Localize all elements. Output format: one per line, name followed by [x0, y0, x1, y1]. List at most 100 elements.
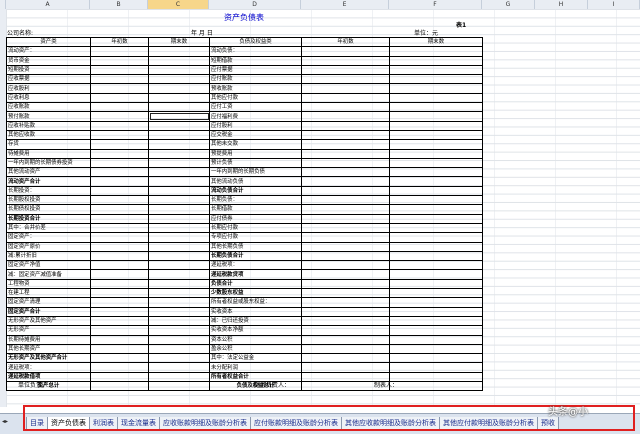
asset-item[interactable]: 应收票据 [6, 74, 91, 85]
asset-begin-value[interactable] [90, 148, 149, 159]
asset-item[interactable]: 长期投资： [6, 185, 91, 197]
header-assets[interactable]: 资产类 [6, 36, 91, 48]
liability-end-value[interactable] [389, 176, 483, 187]
asset-begin-value[interactable] [90, 213, 149, 224]
liability-begin-value[interactable] [301, 213, 390, 224]
liability-end-value[interactable] [389, 120, 483, 131]
column-header-i[interactable]: I [588, 0, 640, 9]
liability-item[interactable]: 实收资本 [209, 306, 302, 317]
liability-begin-value[interactable] [301, 343, 390, 355]
liability-end-value[interactable] [389, 167, 483, 178]
liability-item[interactable]: 专项应付款 [209, 232, 302, 243]
liability-end-value[interactable] [389, 371, 483, 383]
liability-end-value[interactable] [389, 139, 483, 150]
asset-end-value[interactable] [148, 83, 210, 94]
liability-begin-value[interactable] [301, 260, 390, 271]
liability-begin-value[interactable] [301, 157, 390, 169]
liability-begin-value[interactable] [301, 250, 390, 262]
liability-end-value[interactable] [389, 213, 483, 224]
liability-begin-value[interactable] [301, 64, 390, 76]
header-end-assets[interactable]: 期末数 [148, 36, 210, 48]
asset-item[interactable]: 其中：合并价差 [6, 222, 91, 234]
asset-begin-value[interactable] [90, 241, 149, 252]
liability-begin-value[interactable] [301, 74, 390, 85]
liability-end-value[interactable] [389, 83, 483, 94]
liability-item[interactable]: 预提费用 [209, 148, 302, 159]
asset-end-value[interactable] [148, 111, 210, 122]
asset-end-value[interactable] [148, 120, 210, 131]
asset-item[interactable]: 预付账款 [6, 111, 91, 122]
asset-end-value[interactable] [148, 380, 210, 392]
asset-end-value[interactable] [148, 157, 210, 169]
asset-end-value[interactable] [148, 353, 210, 364]
liability-end-value[interactable] [389, 157, 483, 169]
asset-end-value[interactable] [148, 278, 210, 290]
asset-begin-value[interactable] [90, 250, 149, 262]
asset-begin-value[interactable] [90, 176, 149, 187]
liability-item[interactable]: 其他应付款 [209, 92, 302, 104]
asset-item[interactable]: 其他流动资产 [6, 167, 91, 178]
asset-begin-value[interactable] [90, 297, 149, 308]
header-liabilities[interactable]: 负债及权益类 [209, 36, 302, 48]
asset-begin-value[interactable] [90, 380, 149, 392]
asset-begin-value[interactable] [90, 167, 149, 178]
liability-item[interactable]: 长期借款 [209, 204, 302, 215]
asset-end-value[interactable] [148, 64, 210, 76]
liability-item[interactable]: 其他流动负债 [209, 176, 302, 187]
asset-item[interactable]: 应收股利 [6, 83, 91, 94]
column-header-f[interactable]: F [389, 0, 482, 9]
asset-begin-value[interactable] [90, 195, 149, 206]
asset-end-value[interactable] [148, 46, 210, 57]
asset-item[interactable]: 流动资产： [6, 46, 91, 57]
liability-begin-value[interactable] [301, 148, 390, 159]
asset-item[interactable]: 递延税项： [6, 362, 91, 373]
asset-end-value[interactable] [148, 232, 210, 243]
column-header-g[interactable]: G [482, 0, 535, 9]
asset-end-value[interactable] [148, 204, 210, 215]
asset-item[interactable]: 长期债权投资 [6, 204, 91, 215]
asset-item[interactable]: 固定资产原价 [6, 241, 91, 252]
liability-begin-value[interactable] [301, 232, 390, 243]
liability-item[interactable]: 负债合计 [209, 278, 302, 290]
liability-item[interactable]: 盈余公积 [209, 343, 302, 355]
asset-end-value[interactable] [148, 371, 210, 383]
liability-item[interactable]: 应付福利费 [209, 111, 302, 122]
asset-begin-value[interactable] [90, 353, 149, 364]
asset-item[interactable]: 存货 [6, 139, 91, 150]
liability-end-value[interactable] [389, 269, 483, 280]
liability-end-value[interactable] [389, 260, 483, 271]
asset-end-value[interactable] [148, 287, 210, 299]
liability-item[interactable]: 应付股利 [209, 120, 302, 131]
asset-item[interactable]: 应收补贴款 [6, 120, 91, 131]
liability-end-value[interactable] [389, 195, 483, 206]
asset-begin-value[interactable] [90, 222, 149, 234]
asset-begin-value[interactable] [90, 287, 149, 299]
asset-end-value[interactable] [148, 306, 210, 317]
liability-end-value[interactable] [389, 46, 483, 57]
asset-begin-value[interactable] [90, 83, 149, 94]
liability-item[interactable]: 实收资本净额 [209, 325, 302, 336]
column-header-d[interactable]: D [209, 0, 301, 9]
asset-item[interactable]: 减：固定资产减值准备 [6, 269, 91, 280]
asset-item[interactable]: 固定资产清理 [6, 297, 91, 308]
asset-item[interactable]: 无形资产及其他资产合计 [6, 353, 91, 364]
liability-item[interactable]: 长期负债合计 [209, 250, 302, 262]
asset-end-value[interactable] [148, 315, 210, 327]
liability-begin-value[interactable] [301, 353, 390, 364]
liability-end-value[interactable] [389, 111, 483, 122]
asset-begin-value[interactable] [90, 278, 149, 290]
asset-end-value[interactable] [148, 148, 210, 159]
asset-begin-value[interactable] [90, 269, 149, 280]
liability-begin-value[interactable] [301, 297, 390, 308]
liability-item[interactable]: 预收账款 [209, 83, 302, 94]
liability-item[interactable]: 流动负债： [209, 46, 302, 57]
asset-end-value[interactable] [148, 343, 210, 355]
liability-begin-value[interactable] [301, 176, 390, 187]
asset-end-value[interactable] [148, 334, 210, 345]
asset-begin-value[interactable] [90, 362, 149, 373]
asset-begin-value[interactable] [90, 120, 149, 131]
liability-end-value[interactable] [389, 185, 483, 197]
liability-begin-value[interactable] [301, 315, 390, 327]
liability-begin-value[interactable] [301, 111, 390, 122]
liability-item[interactable]: 短期借款 [209, 55, 302, 66]
